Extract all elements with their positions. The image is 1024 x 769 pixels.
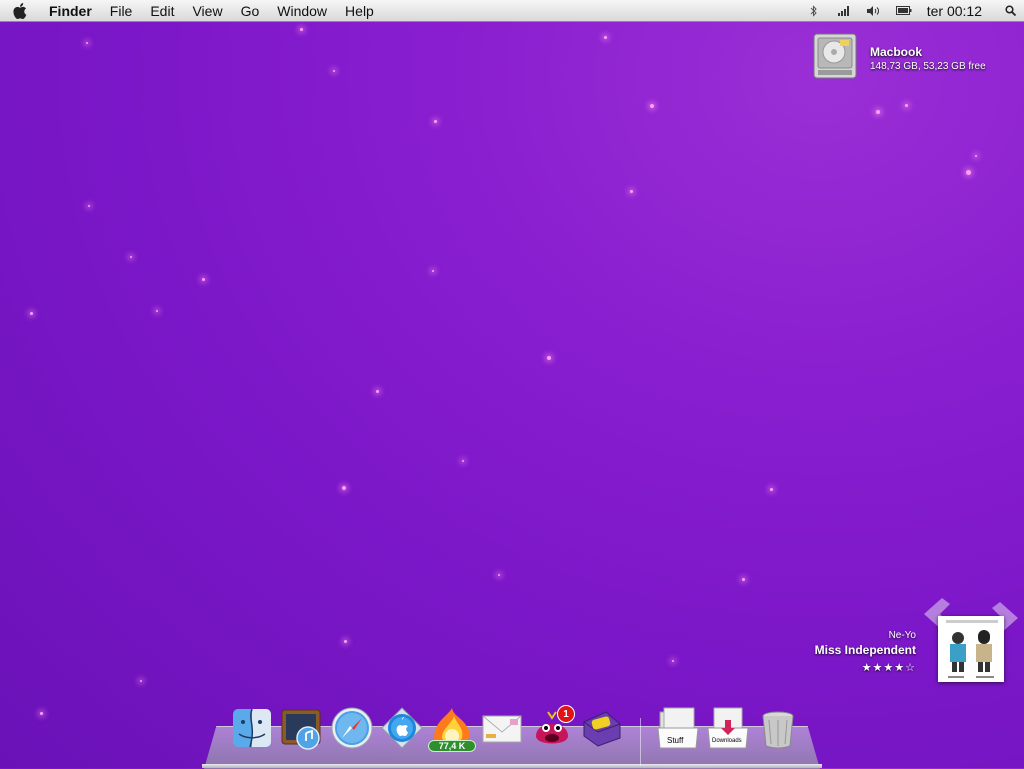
menu-window[interactable]: Window xyxy=(268,0,336,22)
menu-view[interactable]: View xyxy=(183,0,231,22)
menu-bar: Finder File Edit View Go Window Help ter… xyxy=(0,0,1024,22)
menu-file[interactable]: File xyxy=(101,0,142,22)
notification-count-badge: 1 xyxy=(557,705,575,723)
disk-info: 148,73 GB, 53,23 GB free xyxy=(870,61,986,72)
now-playing-title: Miss Independent xyxy=(814,643,916,657)
app-store-icon xyxy=(381,707,423,749)
dock-item-trash[interactable] xyxy=(756,706,800,750)
dock-item-stuff-folder[interactable]: Stuff xyxy=(656,706,700,750)
now-playing-rating[interactable]: ★★★★☆ xyxy=(815,661,916,674)
downloads-folder-label: Downloads xyxy=(712,738,742,744)
dock-item-finder[interactable] xyxy=(230,706,274,750)
itunes-icon xyxy=(281,709,321,750)
hard-drive-icon[interactable] xyxy=(812,32,858,80)
dock-item-downloads-folder[interactable]: Downloads xyxy=(706,706,750,750)
dock-item-box-app[interactable] xyxy=(580,706,624,750)
dock-edge xyxy=(202,764,822,768)
dock-separator[interactable] xyxy=(640,718,641,766)
trash-icon xyxy=(762,711,794,749)
box-app-icon xyxy=(583,711,621,747)
volume-icon[interactable] xyxy=(859,0,889,22)
dock-item-itunes[interactable] xyxy=(280,706,324,750)
now-playing-artist: Ne-Yo xyxy=(888,630,916,641)
now-playing-widget: Ne-Yo Miss Independent ★★★★☆ xyxy=(815,630,916,674)
dock-item-mail[interactable] xyxy=(480,706,524,750)
battery-icon[interactable] xyxy=(889,0,919,22)
menu-help[interactable]: Help xyxy=(336,0,383,22)
dock-item-safari[interactable] xyxy=(330,706,374,750)
desktop-disk-macbook[interactable]: Macbook 148,73 GB, 53,23 GB free xyxy=(812,32,986,80)
mail-envelope-icon xyxy=(482,715,522,743)
album-artwork[interactable] xyxy=(938,616,1004,682)
menu-go[interactable]: Go xyxy=(232,0,269,22)
spotlight-search-icon[interactable] xyxy=(996,5,1024,16)
stuff-folder-label: Stuff xyxy=(667,736,684,745)
disk-name: Macbook xyxy=(870,45,923,59)
transmission-speed-badge: 77,4 K xyxy=(428,740,476,752)
safari-compass-icon xyxy=(331,707,373,749)
finder-icon xyxy=(233,708,271,748)
wifi-signal-icon[interactable] xyxy=(829,0,859,22)
menu-clock[interactable]: ter 00:12 xyxy=(919,3,996,19)
disk-label: Macbook 148,73 GB, 53,23 GB free xyxy=(870,32,986,72)
bluetooth-icon[interactable] xyxy=(799,0,829,22)
apple-menu-icon[interactable] xyxy=(0,0,40,22)
menu-finder[interactable]: Finder xyxy=(40,0,101,22)
menu-edit[interactable]: Edit xyxy=(141,0,183,22)
dock-item-app-store[interactable] xyxy=(380,706,424,750)
